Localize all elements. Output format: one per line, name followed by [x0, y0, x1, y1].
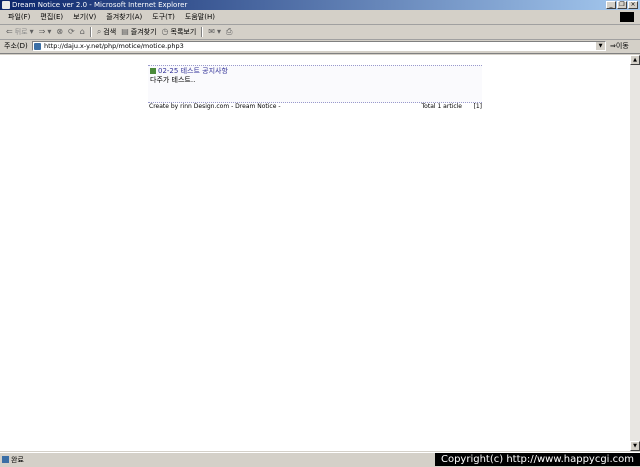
back-label: 뒤로	[14, 28, 28, 36]
ie-icon	[2, 1, 10, 9]
vertical-scrollbar[interactable]: ▲ ▼	[630, 55, 640, 451]
back-button[interactable]: ⇐ 뒤로 ▾	[6, 27, 34, 37]
menu-favorites[interactable]: 즐겨찾기(A)	[106, 12, 142, 22]
window-controls: _ ❐ ×	[606, 1, 638, 9]
search-icon: ⌕	[96, 27, 102, 36]
search-button[interactable]: ⌕ 검색	[97, 27, 116, 37]
forward-button[interactable]: ⇒ ▾	[39, 27, 52, 37]
scroll-down-button[interactable]: ▼	[630, 441, 640, 451]
favorites-button[interactable]: ▤ 즐겨찾기	[121, 27, 156, 37]
forward-arrow-icon: ⇒	[38, 27, 46, 36]
go-label: 이동	[615, 42, 629, 50]
status-text: 완료	[11, 456, 24, 464]
copyright-watermark: Copyright(c) http://www.happycgi.com	[435, 453, 640, 466]
toolbar: ⇐ 뒤로 ▾ ⇒ ▾ ⊗ ⟳ ⌂ ⌕ 검색 ▤ 즐겨찾기 ◷ 목록보기 ✉ ▾ …	[0, 25, 640, 40]
page-content: 02-25 테스트 공지사항 다주가 테스트.. Create by rinn …	[0, 55, 630, 451]
menu-tools[interactable]: 도구(T)	[152, 12, 175, 22]
address-label: 주소(D)	[4, 42, 28, 50]
home-icon: ⌂	[79, 27, 85, 36]
close-button[interactable]: ×	[628, 1, 638, 9]
address-bar: 주소(D) http://daju.x-y.net/php/motice/mot…	[0, 39, 640, 54]
notice-icon	[150, 68, 156, 74]
print-icon: ⎙	[225, 27, 233, 36]
go-button[interactable]: ⇒이동	[610, 41, 629, 51]
favorites-label: 즐겨찾기	[130, 28, 157, 36]
stop-button[interactable]: ⊗	[56, 27, 63, 37]
chevron-down-icon: ▾	[29, 27, 34, 36]
scroll-up-button[interactable]: ▲	[630, 55, 640, 65]
notice-box: 02-25 테스트 공지사항 다주가 테스트..	[148, 65, 482, 103]
print-button[interactable]: ⎙	[226, 27, 232, 37]
mail-icon: ✉	[208, 27, 215, 36]
menu-edit[interactable]: 편집(E)	[40, 12, 63, 22]
toolbar-separator	[89, 27, 92, 37]
notice-title[interactable]: 테스트 공지사항	[181, 67, 228, 75]
refresh-icon: ⟳	[68, 27, 75, 36]
minimize-button[interactable]: _	[606, 1, 616, 9]
stop-icon: ⊗	[56, 27, 64, 36]
title-bar: Dream Notice ver 2.0 - Microsoft Interne…	[0, 0, 640, 10]
page-link[interactable]: [1]	[474, 103, 483, 111]
home-button[interactable]: ⌂	[80, 27, 85, 37]
history-label: 목록보기	[170, 28, 197, 36]
menu-bar: 파일(F) 편집(E) 보기(V) 즐겨찾기(A) 도구(T) 도움말(H)	[0, 10, 640, 25]
window-title: Dream Notice ver 2.0 - Microsoft Interne…	[12, 1, 188, 9]
address-input[interactable]: http://daju.x-y.net/php/motice/motice.ph…	[32, 41, 606, 51]
windows-logo-icon	[620, 12, 634, 22]
refresh-button[interactable]: ⟳	[68, 27, 75, 37]
toolbar-separator	[201, 27, 204, 37]
credit-text[interactable]: Create by rinn Design.com - Dream Notice…	[149, 103, 281, 111]
restore-button[interactable]: ❐	[617, 1, 627, 9]
search-label: 검색	[103, 28, 117, 36]
history-button[interactable]: ◷ 목록보기	[162, 27, 197, 37]
menu-file[interactable]: 파일(F)	[8, 12, 30, 22]
notice-body: 다주가 테스트..	[150, 76, 196, 84]
address-dropdown-button[interactable]: ▼	[596, 42, 605, 50]
back-arrow-icon: ⇐	[6, 27, 13, 36]
chevron-down-icon: ▾	[47, 27, 52, 36]
menu-help[interactable]: 도움말(H)	[185, 12, 215, 22]
total-count: Total 1 article	[421, 103, 462, 110]
favorites-icon: ▤	[121, 27, 129, 36]
menu-view[interactable]: 보기(V)	[73, 12, 96, 22]
notice-date: 02-25	[158, 67, 179, 75]
status-page-icon	[2, 456, 9, 463]
notice-item[interactable]: 02-25 테스트 공지사항	[150, 67, 228, 76]
chevron-down-icon: ▾	[216, 27, 221, 36]
page-icon	[34, 43, 41, 50]
history-icon: ◷	[161, 27, 169, 36]
mail-button[interactable]: ✉ ▾	[208, 27, 221, 37]
address-value: http://daju.x-y.net/php/motice/motice.ph…	[44, 42, 184, 50]
